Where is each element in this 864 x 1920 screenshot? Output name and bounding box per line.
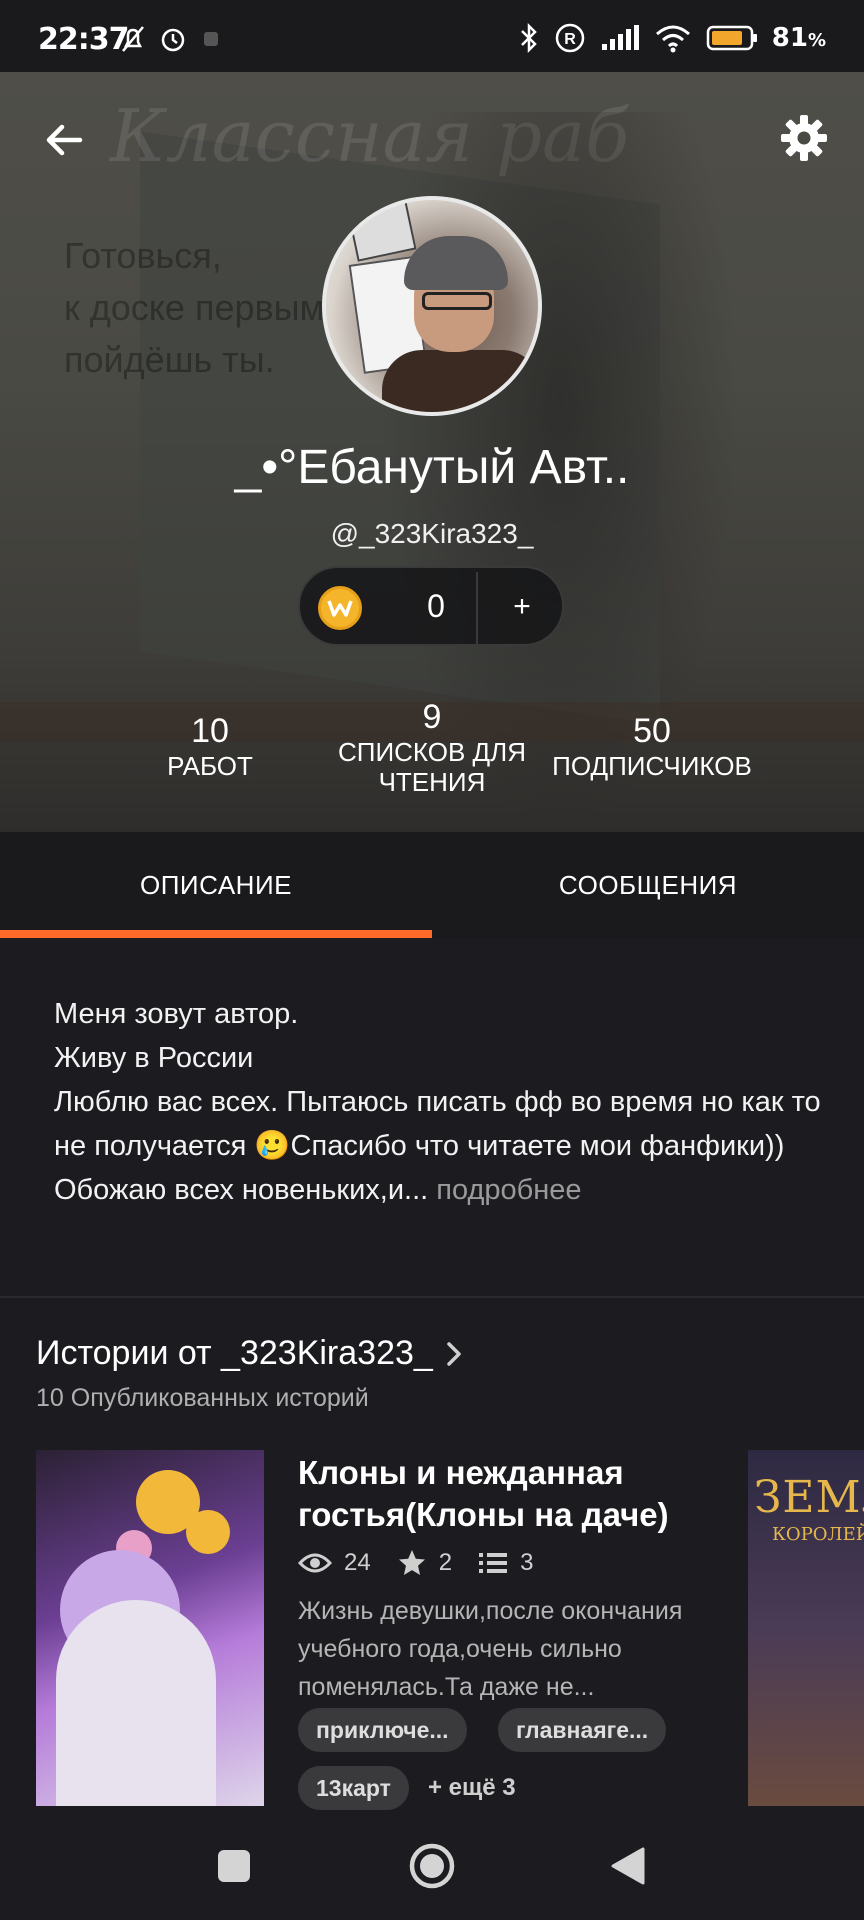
stat-reading-lists-label: Списков для чтения bbox=[337, 737, 527, 797]
stories-header[interactable]: Истории от _323Kira323_ bbox=[36, 1334, 465, 1373]
display-name: _•°Ебанутый Авт.. bbox=[234, 441, 630, 494]
coin-divider bbox=[476, 572, 478, 644]
square-icon bbox=[218, 1850, 250, 1882]
svg-text:R: R bbox=[564, 31, 576, 48]
stories-title: Истории от _323Kira323_ bbox=[36, 1334, 433, 1372]
section-divider bbox=[0, 1296, 864, 1298]
votes-stat: 2 bbox=[397, 1548, 452, 1578]
buy-coins-button[interactable]: + bbox=[480, 568, 564, 646]
stat-reading-lists[interactable]: 9 Списков для чтения bbox=[330, 698, 534, 797]
tag-chip[interactable]: главнаяге... bbox=[498, 1708, 667, 1752]
avatar[interactable] bbox=[322, 196, 542, 416]
triangle-back-icon bbox=[611, 1847, 645, 1885]
battery-icon bbox=[706, 25, 757, 51]
avatar-note bbox=[347, 200, 417, 262]
system-nav-bar bbox=[0, 1812, 864, 1920]
chevron-right-icon bbox=[447, 1341, 461, 1366]
stat-works-count: 10 bbox=[191, 712, 229, 750]
home-button[interactable] bbox=[382, 1812, 482, 1920]
description-line: Живу в России bbox=[54, 1042, 254, 1074]
back-button[interactable] bbox=[36, 112, 92, 168]
stat-followers-label: Подписчиков bbox=[552, 751, 752, 781]
status-bar: 22:37 R 81% bbox=[0, 0, 864, 72]
bluetooth-icon bbox=[520, 22, 537, 54]
tab-description[interactable]: ОПИСАНИЕ bbox=[0, 832, 432, 938]
profile-header: Классная раб Готовься, к доске первым по… bbox=[0, 72, 864, 832]
next-book-cover[interactable]: ЗЕМЛЯ КОРОЛЕЙ bbox=[748, 1450, 864, 1806]
more-tags[interactable]: + ещё 3 bbox=[428, 1766, 516, 1810]
status-time: 22:37 bbox=[38, 22, 129, 57]
description-line: Меня зовут автор. bbox=[54, 998, 299, 1030]
settings-button[interactable] bbox=[774, 108, 834, 168]
cover-figure bbox=[56, 1600, 216, 1806]
avatar-hair bbox=[404, 236, 508, 290]
next-cover-subtitle: КОРОЛЕЙ bbox=[772, 1524, 864, 1545]
stat-followers-count: 50 bbox=[633, 712, 671, 750]
back-nav-button[interactable] bbox=[578, 1812, 678, 1920]
book-stats: 24 2 3 bbox=[298, 1548, 549, 1578]
gear-icon bbox=[781, 115, 827, 161]
avatar-glasses bbox=[422, 292, 492, 310]
active-tab-indicator bbox=[0, 930, 432, 938]
roaming-icon: R bbox=[555, 23, 585, 53]
tag-chip[interactable]: 13карт bbox=[298, 1766, 409, 1810]
username: @_323Kira323_ bbox=[330, 518, 534, 549]
stat-works[interactable]: 10 Работ bbox=[120, 712, 300, 781]
banner-note-line: Готовься, bbox=[64, 235, 222, 276]
next-cover-title: ЗЕМЛЯ bbox=[754, 1472, 864, 1523]
book-title[interactable]: Клоны и нежданная гостья(Клоны на даче) bbox=[298, 1452, 728, 1536]
votes-count: 2 bbox=[438, 1549, 453, 1576]
cover-flower bbox=[186, 1510, 230, 1554]
star-icon bbox=[398, 1550, 425, 1575]
circle-icon bbox=[409, 1843, 455, 1889]
profile-stats: 10 Работ 9 Списков для чтения 50 Подписч… bbox=[0, 686, 864, 806]
recents-button[interactable] bbox=[184, 1812, 284, 1920]
read-more-link[interactable]: подробнее bbox=[428, 1174, 581, 1206]
stories-count: 10 Опубликованных историй bbox=[36, 1384, 369, 1412]
status-right-icons: R 81% bbox=[518, 22, 826, 54]
eye-icon bbox=[298, 1553, 332, 1573]
battery-percent: 81% bbox=[771, 23, 826, 53]
views-stat: 24 bbox=[298, 1549, 371, 1577]
tag-chip[interactable]: приключе... bbox=[298, 1708, 467, 1752]
app-notification-icon bbox=[204, 32, 218, 46]
profile-tabs: ОПИСАНИЕ СООБЩЕНИЯ bbox=[0, 832, 864, 938]
banner-note-line: пойдёшь ты. bbox=[64, 339, 275, 380]
banner-note: Готовься, к доске первым пойдёшь ты. bbox=[64, 230, 324, 386]
profile-description[interactable]: Меня зовут автор. Живу в России Люблю ва… bbox=[54, 992, 824, 1212]
coin-balance: 0 + bbox=[298, 566, 564, 646]
views-count: 24 bbox=[344, 1549, 371, 1576]
stat-works-label: Работ bbox=[167, 751, 253, 781]
book-description: Жизнь девушки,после окончания учебного г… bbox=[298, 1597, 683, 1701]
signal-icon bbox=[601, 25, 639, 50]
avatar-suit bbox=[382, 350, 538, 412]
parts-count: 3 bbox=[520, 1549, 534, 1576]
bell-off-icon bbox=[122, 26, 144, 52]
stat-followers[interactable]: 50 Подписчиков bbox=[540, 712, 764, 781]
wifi-icon bbox=[655, 25, 690, 53]
coin-count: 0 bbox=[427, 588, 445, 624]
status-left-icons bbox=[118, 24, 224, 54]
tab-messages[interactable]: СООБЩЕНИЯ bbox=[432, 832, 864, 938]
back-arrow-icon bbox=[46, 124, 83, 156]
alarm-icon bbox=[161, 28, 185, 52]
coin-icon bbox=[318, 586, 362, 630]
book-cover[interactable] bbox=[36, 1450, 264, 1806]
parts-stat: 3 bbox=[478, 1549, 533, 1577]
stat-reading-lists-count: 9 bbox=[422, 698, 442, 736]
banner-note-line: к доске первым bbox=[64, 287, 325, 328]
list-icon bbox=[479, 1553, 508, 1573]
description-text: Люблю вас всех. Пытаюсь писать фф во вре… bbox=[54, 1080, 824, 1212]
